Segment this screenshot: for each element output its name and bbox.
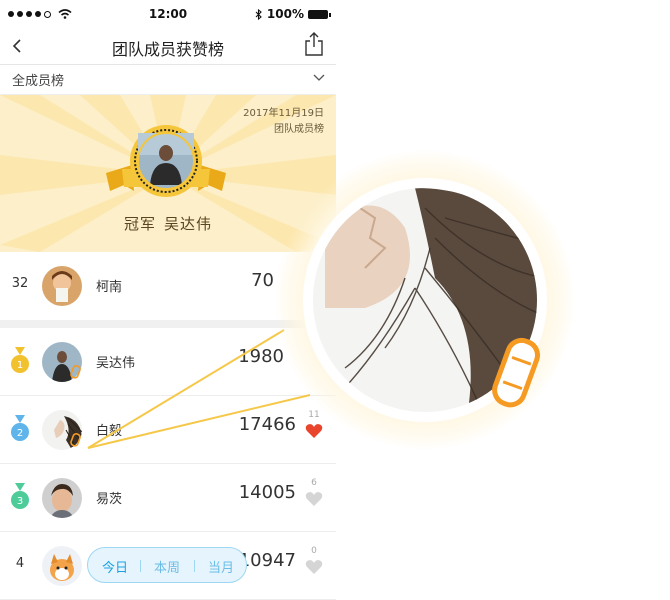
battery-icon bbox=[308, 9, 331, 19]
like-score: 14005 bbox=[238, 482, 296, 503]
avatar bbox=[42, 266, 82, 306]
status-bar: 12:00 100% bbox=[0, 0, 336, 28]
heart-outline-icon bbox=[305, 560, 323, 574]
rank-number: 4 bbox=[15, 556, 25, 571]
like-count: 6 bbox=[311, 478, 317, 488]
ranking-row[interactable]: 3 易茨 14005 6 bbox=[0, 464, 336, 532]
champion-name: 吴达伟 bbox=[164, 215, 213, 233]
ranking-date: 2017年11月19日 bbox=[243, 108, 324, 119]
heart-outline-icon bbox=[305, 492, 323, 506]
ranking-subtitle: 团队成员榜 bbox=[274, 124, 324, 135]
share-icon[interactable] bbox=[302, 30, 326, 58]
tab-divider bbox=[194, 560, 195, 572]
rank-number: 32 bbox=[11, 276, 29, 291]
ranking-filter-dropdown[interactable]: 全成员榜 bbox=[0, 64, 336, 95]
avatar bbox=[42, 546, 82, 586]
bronze-medal-icon: 3 bbox=[11, 483, 29, 509]
svg-text:2: 2 bbox=[17, 428, 23, 439]
gold-medal-icon: 1 bbox=[11, 347, 29, 373]
like-button[interactable]: 6 bbox=[302, 478, 326, 511]
like-count: 0 bbox=[311, 546, 317, 556]
champion-medal-icon bbox=[106, 125, 226, 197]
page-title: 团队成员获赞榜 bbox=[111, 40, 224, 59]
member-name: 易茨 bbox=[96, 492, 123, 507]
bluetooth-icon bbox=[255, 8, 262, 20]
tab-month[interactable]: 当月 bbox=[208, 557, 234, 576]
magnified-avatar-callout bbox=[275, 150, 575, 450]
svg-text:3: 3 bbox=[17, 496, 23, 507]
tab-week[interactable]: 本周 bbox=[154, 557, 180, 576]
silver-medal-icon: 2 bbox=[11, 415, 29, 441]
chevron-down-icon bbox=[313, 74, 325, 81]
bracelet-badge-icon bbox=[70, 433, 81, 447]
like-button[interactable]: 0 bbox=[302, 546, 326, 579]
member-name: 白毅 bbox=[96, 424, 123, 439]
member-name: 柯南 bbox=[96, 280, 123, 295]
champion-label: 冠军 bbox=[123, 215, 156, 233]
tab-today[interactable]: 今日 bbox=[102, 557, 128, 576]
filter-label: 全成员榜 bbox=[12, 74, 65, 89]
member-name: 吴达伟 bbox=[96, 356, 136, 371]
nav-bar: 团队成员获赞榜 bbox=[0, 28, 336, 65]
tab-divider bbox=[140, 560, 141, 572]
bracelet-badge-icon bbox=[70, 365, 81, 379]
time-range-tabs: 今日 本周 当月 bbox=[87, 547, 247, 583]
avatar bbox=[42, 478, 82, 518]
battery-percent: 100% bbox=[266, 7, 304, 21]
svg-text:1: 1 bbox=[17, 360, 23, 371]
